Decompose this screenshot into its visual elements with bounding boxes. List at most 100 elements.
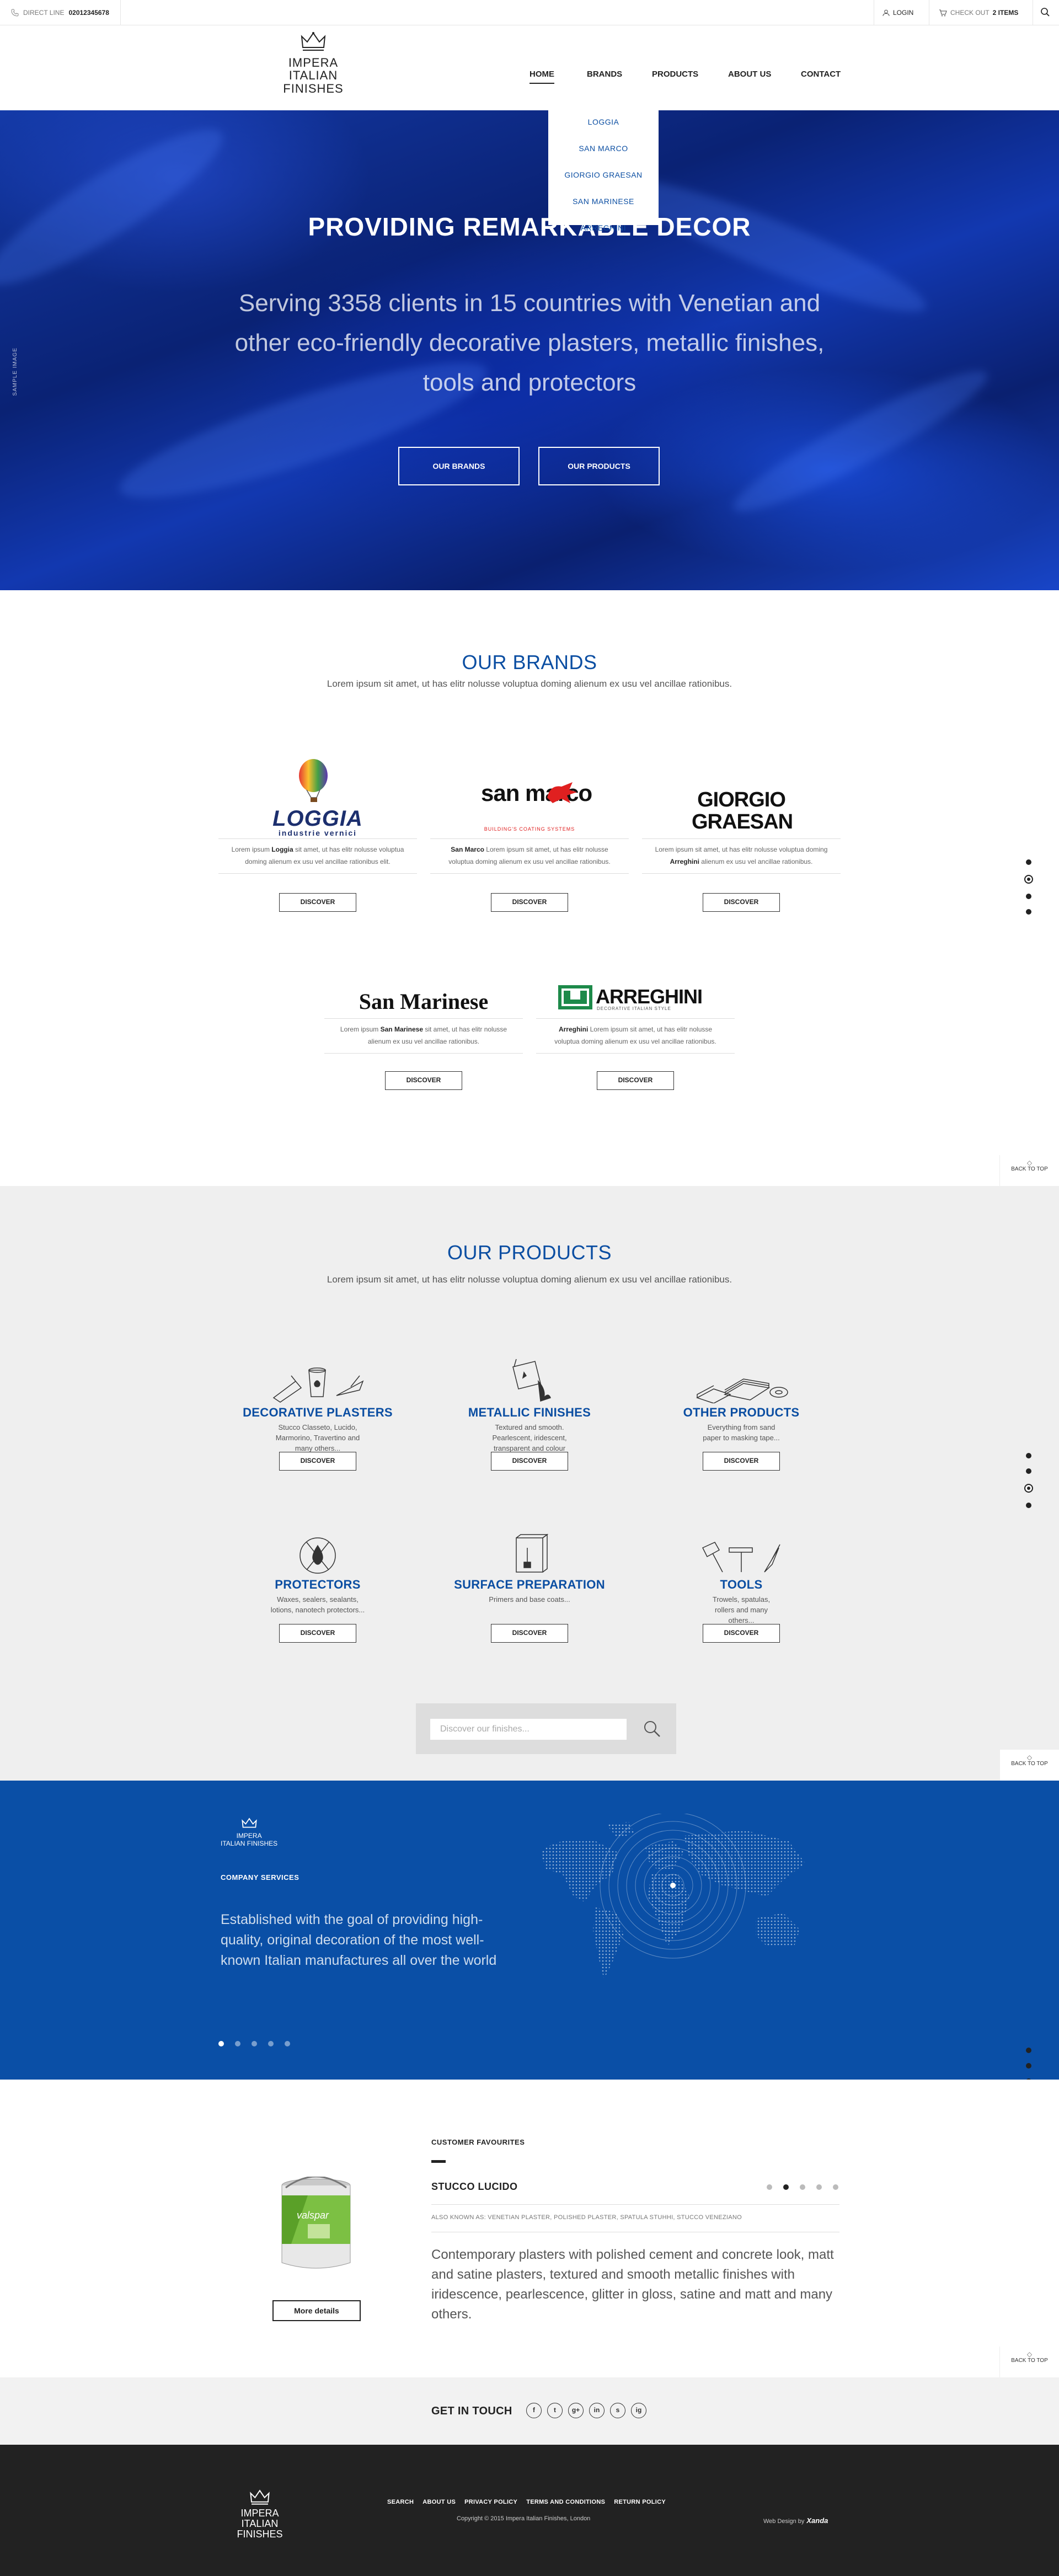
favourites-divider [431, 2160, 446, 2163]
carousel-dot[interactable] [268, 2041, 274, 2046]
section-dot[interactable] [1026, 2063, 1031, 2069]
back-to-top-button[interactable]: ◇ BACK TO TOP [999, 2347, 1059, 2377]
discover-protectors-button[interactable]: DISCOVER [279, 1624, 356, 1643]
product-title: SURFACE PREPARATION [454, 1578, 605, 1591]
services-text: Established with the goal of providing h… [221, 1912, 497, 1968]
footer-logo[interactable]: IMPERA ITALIAN FINISHES [218, 2489, 301, 2540]
chevron-up-icon: ◇ [1026, 2350, 1033, 2358]
back-to-top-button[interactable]: ◇ BACK TO TOP [999, 1155, 1059, 1186]
our-products-button[interactable]: OUR PRODUCTS [538, 447, 660, 485]
carousel-dot[interactable] [285, 2041, 290, 2046]
section-dot[interactable] [1026, 909, 1031, 915]
carousel-dot-active[interactable] [783, 2184, 789, 2190]
footer: IMPERA ITALIAN FINISHES SEARCH ABOUT US … [0, 2445, 1059, 2576]
discover-giorgio-graesan-button[interactable]: DISCOVER [703, 893, 780, 912]
nav-products[interactable]: PRODUCTS [652, 70, 698, 79]
discover-other-products-button[interactable]: DISCOVER [703, 1452, 780, 1471]
footer-link-about[interactable]: ABOUT US [422, 2499, 456, 2505]
more-details-button[interactable]: More details [272, 2300, 361, 2321]
dropdown-item-giorgio-graesan[interactable]: GIORGIO GRAESAN [548, 167, 659, 193]
dropdown-item-loggia[interactable]: LOGGIA [548, 114, 659, 140]
nav-brands[interactable]: BRANDS [587, 70, 622, 79]
carousel-dot[interactable] [816, 2184, 822, 2190]
hero-banner: SAMPLE IMAGE PROVIDING REMARKABLE DECOR … [0, 110, 1059, 590]
carousel-dot[interactable] [252, 2041, 257, 2046]
section-dot-active[interactable] [1024, 1484, 1033, 1493]
nav-contact[interactable]: CONTACT [801, 70, 841, 79]
dropdown-item-san-marinese[interactable]: SAN MARINESE [548, 193, 659, 220]
dropdown-item-san-marco[interactable]: SAN MARCO [548, 140, 659, 167]
footer-link-terms[interactable]: TERMS AND CONDITIONS [526, 2499, 605, 2505]
nav-about[interactable]: ABOUT US [728, 70, 771, 79]
services-label: COMPANY SERVICES [221, 1873, 299, 1882]
brand-desc-loggia: Lorem ipsum Loggia sit amet, ut has elit… [231, 846, 404, 865]
giorgio-graesan-logo-text: GIORGIO GRAESAN [692, 788, 793, 833]
carousel-dot[interactable] [800, 2184, 805, 2190]
twitter-icon[interactable]: t [547, 2403, 563, 2418]
carousel-dot[interactable] [767, 2184, 772, 2190]
logo-line1: IMPERA [288, 56, 339, 70]
discover-decorative-plasters-button[interactable]: DISCOVER [279, 1452, 356, 1471]
discover-san-marco-button[interactable]: DISCOVER [491, 893, 568, 912]
carousel-dot[interactable] [833, 2184, 838, 2190]
section-dot[interactable] [1026, 894, 1031, 899]
crown-icon [301, 32, 326, 51]
discover-surface-preparation-button[interactable]: DISCOVER [491, 1624, 568, 1643]
tools-icon [702, 1542, 780, 1573]
brands-subtitle: Lorem ipsum sit amet, ut has elitr nolus… [327, 678, 732, 689]
footer-link-privacy[interactable]: PRIVACY POLICY [464, 2499, 517, 2505]
phone-number[interactable]: 02012345678 [68, 9, 109, 17]
section-dot[interactable] [1026, 859, 1031, 865]
chevron-up-icon: ◇ [1026, 1159, 1033, 1167]
discover-tools-button[interactable]: DISCOVER [703, 1624, 780, 1643]
our-brands-button[interactable]: OUR BRANDS [398, 447, 520, 485]
carousel-dot[interactable] [235, 2041, 240, 2046]
top-bar: DIRECT LINE 02012345678 LOGIN CHECK OUT … [0, 0, 1059, 25]
product-other-products[interactable]: OTHER PRODUCTS Everything from sand pape… [642, 1354, 841, 1443]
facebook-icon[interactable]: f [526, 2403, 542, 2418]
discover-san-marinese-button[interactable]: DISCOVER [385, 1071, 462, 1090]
google-plus-icon[interactable]: g+ [568, 2403, 584, 2418]
phone-icon [11, 9, 19, 17]
finishes-search-input[interactable]: Discover our finishes... [430, 1719, 627, 1740]
section-dot[interactable] [1026, 1468, 1031, 1474]
footer-link-search[interactable]: SEARCH [387, 2499, 414, 2505]
product-decorative-plasters[interactable]: DECORATIVE PLASTERS Stucco Classeto, Luc… [218, 1354, 417, 1453]
site-logo[interactable]: IMPERA ITALIAN FINISHES [258, 31, 368, 95]
carousel-dot-active[interactable] [218, 2041, 224, 2046]
section-dot[interactable] [1026, 1503, 1031, 1508]
protector-shield-icon [299, 1537, 336, 1574]
social-links: f t g+ in s ig [526, 2403, 652, 2418]
brands-dropdown: LOGGIA SAN MARCO GIORGIO GRAESAN SAN MAR… [548, 110, 659, 232]
section-dot[interactable] [1026, 1453, 1031, 1458]
search-icon[interactable] [642, 1719, 662, 1739]
dropdown-item-arreghini[interactable]: ARREGHINI [548, 220, 659, 246]
lion-icon [547, 782, 577, 803]
services-logo: IMPERA ITALIAN FINISHES [221, 1817, 277, 1847]
product-protectors[interactable]: PROTECTORS Waxes, sealers, sealants, lot… [218, 1526, 417, 1615]
logo-line2: ITALIAN FINISHES [283, 68, 344, 95]
discover-arreghini-button[interactable]: DISCOVER [597, 1071, 674, 1090]
product-desc: Stucco Classeto, Lucido, Marmorino, Trav… [275, 1423, 360, 1452]
instagram-icon[interactable]: ig [631, 2403, 646, 2418]
footer-link-returns[interactable]: RETURN POLICY [614, 2499, 666, 2505]
linkedin-icon[interactable]: in [589, 2403, 605, 2418]
nav-home[interactable]: HOME [530, 70, 554, 84]
product-tools[interactable]: TOOLS Trowels, spatulas, rollers and man… [642, 1526, 841, 1626]
cart-link[interactable]: CHECK OUT 2 ITEMS [939, 9, 1018, 17]
arreghini-logo-text: ARREGHINI [596, 985, 703, 1008]
skype-icon[interactable]: s [610, 2403, 625, 2418]
product-surface-preparation[interactable]: SURFACE PREPARATION Primers and base coa… [430, 1526, 629, 1605]
web-design-credit[interactable]: Web Design by Xanda [763, 2516, 828, 2525]
login-link[interactable]: LOGIN [882, 9, 913, 17]
products-title: OUR PRODUCTS [447, 1241, 612, 1264]
section-dot-active[interactable] [1024, 875, 1033, 884]
discover-loggia-button[interactable]: DISCOVER [279, 893, 356, 912]
discover-metallic-finishes-button[interactable]: DISCOVER [491, 1452, 568, 1471]
back-to-top-button[interactable]: ◇ BACK TO TOP [999, 1750, 1059, 1781]
section-dot[interactable] [1026, 2048, 1031, 2053]
product-metallic-finishes[interactable]: METALLIC FINISHES Textured and smooth. P… [430, 1354, 629, 1464]
search-button[interactable] [1040, 7, 1050, 20]
cart-count: 2 ITEMS [992, 9, 1019, 17]
san-marco-logo-sub: BUILDING'S COATING SYSTEMS [484, 826, 575, 832]
